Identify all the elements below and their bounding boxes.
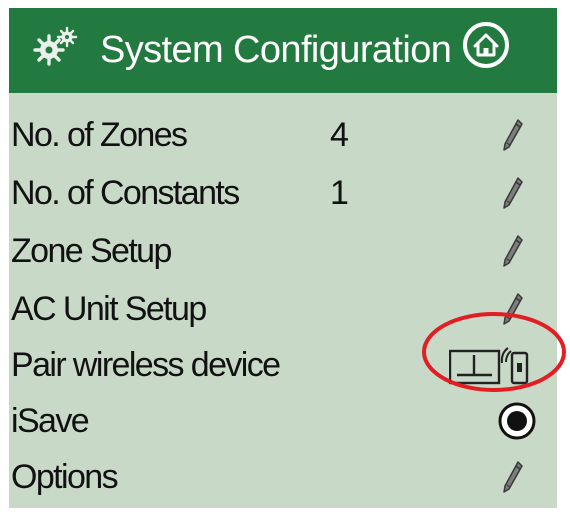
row-zone-setup[interactable]: Zone Setup xyxy=(9,223,557,279)
home-icon xyxy=(463,22,509,68)
row-label: Zone Setup xyxy=(11,232,172,270)
row-label: iSave xyxy=(11,402,90,440)
row-no-of-constants[interactable]: No. of Constants 1 xyxy=(9,165,557,221)
wireless-pair-icon[interactable] xyxy=(449,346,529,386)
row-options[interactable]: Options xyxy=(9,449,557,505)
row-ac-unit-setup[interactable]: AC Unit Setup xyxy=(9,281,557,337)
page-title: System Configuration xyxy=(100,29,452,71)
system-configuration-screen: System Configuration No. of Zones 4 No. … xyxy=(9,8,557,508)
pencil-icon[interactable] xyxy=(499,175,525,211)
row-pair-wireless-device[interactable]: Pair wireless device xyxy=(9,337,557,393)
pencil-icon[interactable] xyxy=(499,291,525,327)
row-value: 4 xyxy=(330,116,349,154)
header-bar: System Configuration xyxy=(9,8,557,93)
row-label: Pair wireless device xyxy=(11,346,281,384)
row-label: No. of Constants xyxy=(11,174,240,212)
row-no-of-zones[interactable]: No. of Zones 4 xyxy=(9,107,557,163)
radio-selected-icon[interactable] xyxy=(497,401,537,441)
row-isave[interactable]: iSave xyxy=(9,393,557,449)
pencil-icon[interactable] xyxy=(499,459,525,495)
gears-icon xyxy=(33,26,78,66)
row-label: No. of Zones xyxy=(11,116,188,154)
pencil-icon[interactable] xyxy=(499,233,525,269)
home-button[interactable] xyxy=(461,20,511,70)
pencil-icon[interactable] xyxy=(499,117,525,153)
row-value: 1 xyxy=(330,174,349,212)
row-label: AC Unit Setup xyxy=(11,290,207,328)
row-label: Options xyxy=(11,458,119,496)
